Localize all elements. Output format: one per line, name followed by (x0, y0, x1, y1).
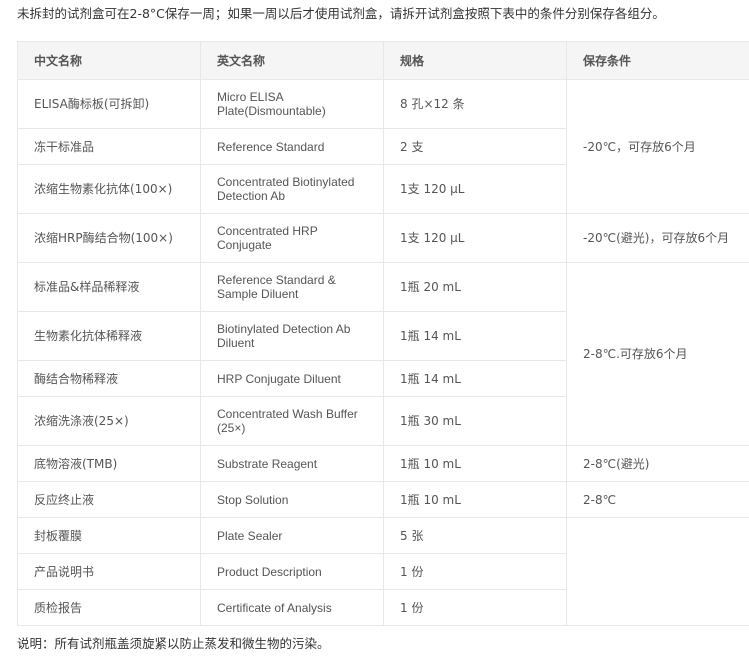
table-row: 封板覆膜 Plate Sealer 5 张 (17, 517, 749, 626)
table-header-row: 中文名称 英文名称 规格 保存条件 (17, 41, 749, 80)
cell-storage-condition: 2-8℃.可存放6个月 (566, 262, 749, 446)
cell-chinese-name: 酶结合物稀释液 (17, 360, 201, 397)
cell-storage-condition: -20℃，可存放6个月 (566, 79, 749, 214)
cell-chinese-name: 浓缩生物素化抗体(100×) (17, 164, 201, 214)
cell-english-name: Substrate Reagent (200, 445, 384, 482)
cell-specification: 1瓶 14 mL (383, 311, 567, 361)
cell-english-name: Reference Standard & Sample Diluent (200, 262, 384, 312)
cell-storage-condition: -20℃(避光)，可存放6个月 (566, 213, 749, 263)
cell-chinese-name: 产品说明书 (17, 553, 201, 590)
cell-specification: 5 张 (383, 517, 567, 554)
cell-specification: 1瓶 30 mL (383, 396, 567, 446)
header-english-name: 英文名称 (200, 41, 384, 80)
cell-english-name: Biotinylated Detection Ab Diluent (200, 311, 384, 361)
cell-specification: 1支 120 μL (383, 164, 567, 214)
cell-english-name: Product Description (200, 553, 384, 590)
table-row: 标准品&样品稀释液 Reference Standard & Sample Di… (17, 262, 749, 446)
cell-specification: 1瓶 10 mL (383, 481, 567, 518)
footnote-text: 说明：所有试剂瓶盖须旋紧以防止蒸发和微生物的污染。 (17, 636, 330, 651)
kit-components-table: 中文名称 英文名称 规格 保存条件 ELISA酶标板(可拆卸) Micro EL… (17, 41, 749, 626)
cell-chinese-name: 标准品&样品稀释液 (17, 262, 201, 312)
cell-english-name: HRP Conjugate Diluent (200, 360, 384, 397)
cell-english-name: Plate Sealer (200, 517, 384, 554)
intro-text: 未拆封的试剂盒可在2-8°C保存一周；如果一周以后才使用试剂盒，请拆开试剂盒按照… (17, 6, 665, 21)
cell-specification: 1瓶 14 mL (383, 360, 567, 397)
cell-chinese-name: 冻干标准品 (17, 128, 201, 165)
cell-english-name: Concentrated HRP Conjugate (200, 213, 384, 263)
table-row: ELISA酶标板(可拆卸) Micro ELISA Plate(Dismount… (17, 79, 749, 214)
cell-storage-condition: 2-8℃ (566, 481, 749, 518)
cell-chinese-name: 浓缩HRP酶结合物(100×) (17, 213, 201, 263)
cell-specification: 1 份 (383, 589, 567, 626)
cell-english-name: Concentrated Wash Buffer (25×) (200, 396, 384, 446)
cell-specification: 1支 120 μL (383, 213, 567, 263)
header-storage-condition: 保存条件 (566, 41, 749, 80)
table-row: 底物溶液(TMB) Substrate Reagent 1瓶 10 mL 2-8… (17, 445, 749, 482)
cell-english-name: Certificate of Analysis (200, 589, 384, 626)
cell-english-name: Concentrated Biotinylated Detection Ab (200, 164, 384, 214)
cell-chinese-name: 封板覆膜 (17, 517, 201, 554)
cell-chinese-name: 底物溶液(TMB) (17, 445, 201, 482)
cell-specification: 8 孔×12 条 (383, 79, 567, 129)
cell-english-name: Reference Standard (200, 128, 384, 165)
cell-specification: 2 支 (383, 128, 567, 165)
header-chinese-name: 中文名称 (17, 41, 201, 80)
cell-specification: 1瓶 20 mL (383, 262, 567, 312)
table-row: 浓缩HRP酶结合物(100×) Concentrated HRP Conjuga… (17, 213, 749, 263)
cell-chinese-name: 质检报告 (17, 589, 201, 626)
cell-chinese-name: 生物素化抗体稀释液 (17, 311, 201, 361)
cell-english-name: Stop Solution (200, 481, 384, 518)
cell-storage-condition (566, 517, 749, 626)
table-row: 反应终止液 Stop Solution 1瓶 10 mL 2-8℃ (17, 481, 749, 518)
header-specification: 规格 (383, 41, 567, 80)
cell-chinese-name: ELISA酶标板(可拆卸) (17, 79, 201, 129)
cell-specification: 1 份 (383, 553, 567, 590)
cell-chinese-name: 浓缩洗涤液(25×) (17, 396, 201, 446)
cell-storage-condition: 2-8℃(避光) (566, 445, 749, 482)
cell-chinese-name: 反应终止液 (17, 481, 201, 518)
cell-specification: 1瓶 10 mL (383, 445, 567, 482)
cell-english-name: Micro ELISA Plate(Dismountable) (200, 79, 384, 129)
